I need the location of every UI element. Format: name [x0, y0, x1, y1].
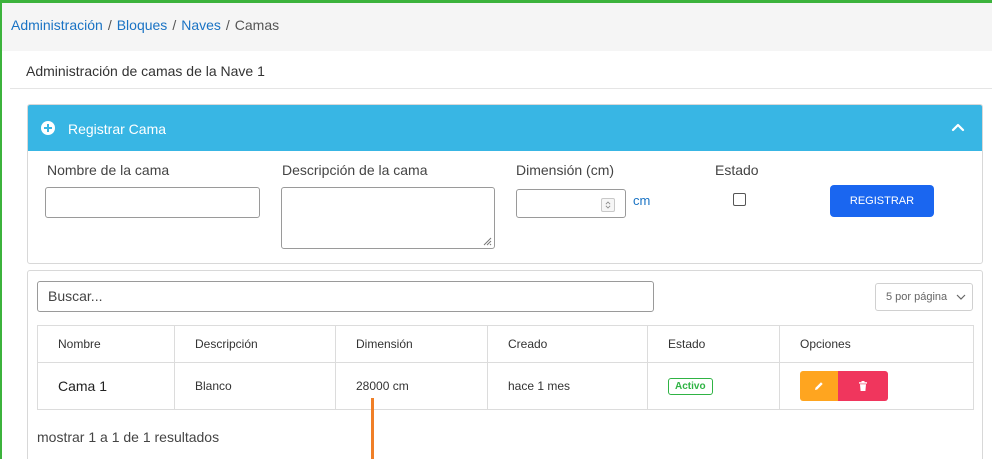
- register-panel-header[interactable]: Registrar Cama: [28, 105, 982, 151]
- name-field[interactable]: [45, 187, 260, 218]
- cell-description: Blanco: [174, 362, 336, 410]
- camas-table: Nombre Descripción Dimensión Creado Esta…: [37, 325, 974, 410]
- breadcrumb: Administración / Bloques / Naves / Camas: [11, 17, 279, 33]
- name-field-label: Nombre de la cama: [47, 162, 170, 178]
- breadcrumb-link-administracion[interactable]: Administración: [11, 17, 103, 33]
- column-header-estado[interactable]: Estado: [647, 325, 780, 363]
- register-panel-title: Registrar Cama: [68, 121, 167, 137]
- list-panel: Buscar... 5 por página Nombre Descripció…: [27, 270, 983, 459]
- status-field-label: Estado: [715, 162, 759, 178]
- table-row: Cama 1 Blanco 28000 cm hace 1 mes Activo: [37, 362, 974, 410]
- dimension-field-label: Dimensión (cm): [516, 162, 615, 178]
- left-accent-bar: [0, 0, 2, 459]
- cell-created: hace 1 mes: [487, 362, 648, 410]
- column-header-creado[interactable]: Creado: [487, 325, 648, 363]
- trash-icon: [859, 381, 867, 391]
- column-header-opciones: Opciones: [779, 325, 974, 363]
- cell-name: Cama 1: [37, 362, 175, 410]
- row-actions: [800, 371, 888, 401]
- breadcrumb-link-bloques[interactable]: Bloques: [117, 17, 168, 33]
- search-input[interactable]: Buscar...: [37, 281, 654, 312]
- breadcrumb-separator: /: [107, 17, 112, 33]
- plus-circle-icon: [41, 121, 55, 135]
- pencil-icon: [815, 382, 823, 390]
- breadcrumb-link-naves[interactable]: Naves: [181, 17, 221, 33]
- register-panel: Registrar Cama Nombre de la cama Descrip…: [27, 104, 983, 264]
- stepper-arrows-icon[interactable]: [601, 198, 615, 212]
- page-size-select[interactable]: 5 por página: [875, 283, 973, 311]
- register-button[interactable]: REGISTRAR: [830, 185, 934, 217]
- delete-button[interactable]: [838, 371, 888, 401]
- cell-options: [779, 362, 974, 410]
- edit-button[interactable]: [800, 371, 838, 401]
- description-field-label: Descripción de la cama: [282, 162, 428, 178]
- table-header-row: Nombre Descripción Dimensión Creado Esta…: [37, 325, 974, 363]
- divider: [10, 88, 992, 89]
- description-textarea[interactable]: [281, 187, 495, 249]
- breadcrumb-separator: /: [172, 17, 177, 33]
- resize-handle-icon[interactable]: [482, 236, 492, 246]
- cell-dimension: 28000 cm: [335, 362, 488, 410]
- status-checkbox[interactable]: [733, 193, 746, 206]
- chevron-up-icon[interactable]: [950, 119, 966, 135]
- page-size-value: 5 por página: [886, 291, 948, 303]
- annotation-line: [371, 398, 374, 459]
- dimension-unit-label: cm: [633, 193, 651, 208]
- page-title: Administración de camas de la Nave 1: [26, 63, 265, 79]
- column-header-dimension[interactable]: Dimensión: [335, 325, 488, 363]
- breadcrumb-separator: /: [225, 17, 230, 33]
- breadcrumb-bar: Administración / Bloques / Naves / Camas: [2, 3, 992, 51]
- column-header-descripcion[interactable]: Descripción: [174, 325, 336, 363]
- breadcrumb-current: Camas: [234, 17, 280, 33]
- dimension-stepper[interactable]: [516, 189, 626, 218]
- chevron-down-icon: [956, 294, 966, 300]
- status-badge: Activo: [668, 377, 713, 395]
- cell-status: Activo: [647, 362, 780, 410]
- column-header-nombre[interactable]: Nombre: [37, 325, 175, 363]
- pagination-summary: mostrar 1 a 1 de 1 resultados: [37, 429, 220, 445]
